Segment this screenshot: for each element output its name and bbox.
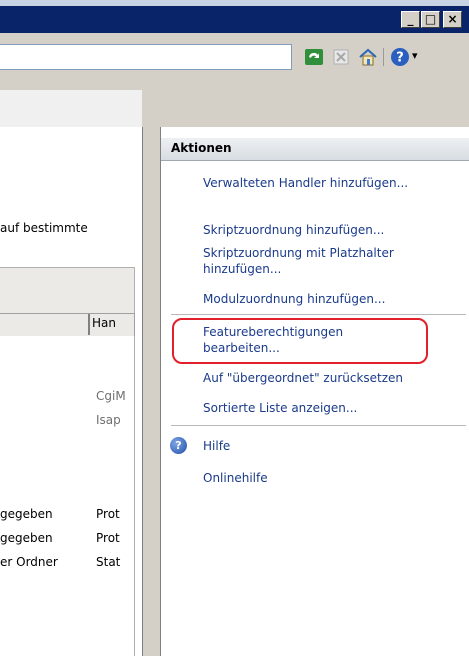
action-add-wildcard-script-map[interactable]: Skriptzuordnung mit Platzhalter hinzufüg… (203, 245, 465, 277)
list-cell-state[interactable]: er Ordner (0, 555, 58, 569)
feature-description: auf bestimmte (0, 221, 88, 235)
action-revert-to-parent[interactable]: Auf "übergeordnet" zurücksetzen (203, 370, 465, 386)
title-bar (0, 0, 469, 33)
actions-divider (171, 314, 466, 315)
action-add-managed-handler[interactable]: Verwalteten Handler hinzufügen... (203, 175, 465, 191)
action-help[interactable]: Hilfe (203, 438, 465, 454)
close-button[interactable]: × (443, 11, 462, 28)
handler-list (0, 336, 135, 656)
stop-icon[interactable] (331, 47, 351, 67)
list-cell-handler[interactable]: Prot (96, 507, 120, 521)
help-icon[interactable]: ? (170, 437, 187, 454)
actions-title: Aktionen (171, 141, 232, 155)
refresh-icon[interactable] (304, 47, 324, 67)
list-cell-state[interactable]: gegeben (0, 507, 53, 521)
toolbar-separator (383, 48, 384, 66)
list-cell-handler[interactable]: Prot (96, 531, 120, 545)
list-cell-state[interactable]: gegeben (0, 531, 53, 545)
maximize-button[interactable]: □ (421, 11, 440, 28)
action-online-help[interactable]: Onlinehilfe (203, 470, 465, 486)
list-cell-handler[interactable]: Stat (96, 555, 120, 569)
minimize-button[interactable]: _ (401, 11, 420, 28)
actions-pane (160, 127, 469, 656)
actions-divider (171, 425, 466, 426)
action-view-ordered-list[interactable]: Sortierte Liste anzeigen... (203, 400, 465, 416)
action-add-module-mapping[interactable]: Modulzuordnung hinzufügen... (203, 291, 465, 307)
highlight-annotation (172, 318, 428, 364)
column-divider[interactable] (88, 314, 90, 335)
home-icon[interactable] (358, 47, 378, 67)
list-cell-handler[interactable]: Isap (96, 413, 121, 427)
list-cell-handler[interactable]: CgiM (96, 389, 126, 403)
svg-text:?: ? (396, 51, 404, 66)
action-add-script-map[interactable]: Skriptzuordnung hinzufügen... (203, 222, 465, 238)
address-input[interactable] (0, 44, 292, 70)
help-dropdown-arrow-icon[interactable]: ▾ (412, 49, 418, 62)
column-header-handler[interactable]: Han (92, 316, 132, 330)
content-header-strip (0, 90, 142, 128)
list-groupby-bar (0, 267, 135, 317)
help-menu-icon[interactable]: ? (390, 47, 410, 67)
